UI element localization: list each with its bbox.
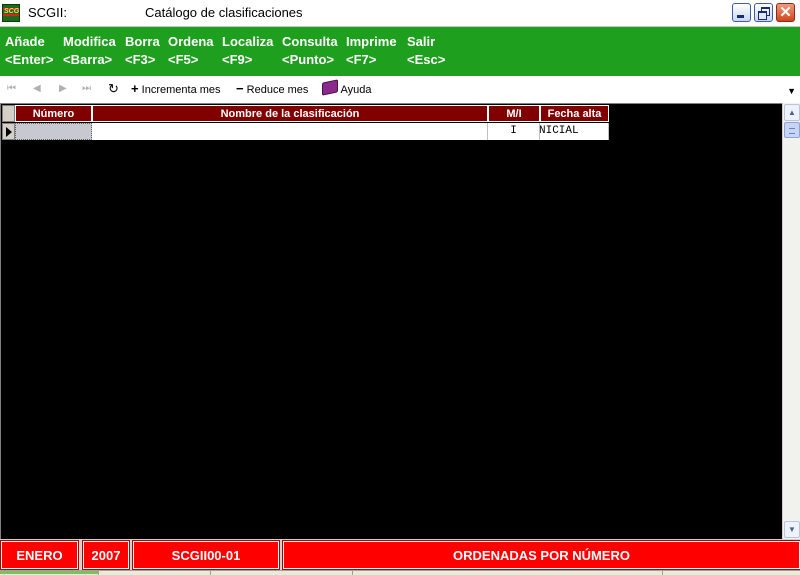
column-header-mi[interactable]: M/I xyxy=(488,105,540,122)
menu-shortcut: <Enter> xyxy=(5,52,54,67)
row-selector-header xyxy=(2,105,15,122)
menu-ordena[interactable]: Ordena <F5> xyxy=(168,33,214,69)
app-name: SCGII: xyxy=(28,5,68,20)
help-button[interactable]: Ayuda xyxy=(322,79,372,97)
scroll-thumb[interactable] xyxy=(784,122,800,138)
data-grid[interactable]: Número Nombre de la clasificación M/I Fe… xyxy=(0,103,782,539)
vertical-scrollbar[interactable]: ▲ ▼ xyxy=(782,103,800,539)
menu-shortcut: <Punto> xyxy=(282,52,335,67)
menu-label: Modifica xyxy=(63,34,116,49)
title-bar: SCG SCGII: Catálogo de clasificaciones ✕ xyxy=(0,0,800,27)
menu-label: Imprime xyxy=(346,34,397,49)
column-header-nombre[interactable]: Nombre de la clasificación xyxy=(92,105,488,122)
cell-numero[interactable] xyxy=(15,123,92,140)
reduce-month-label: Reduce mes xyxy=(246,84,309,96)
menu-label: Borra xyxy=(125,34,160,49)
toolbar: ⏮ ◀ ▶ ⏭ ↻ + Incrementa mes − Reduce mes … xyxy=(0,76,800,104)
next-record-icon[interactable]: ▶ xyxy=(59,81,67,97)
app-logo-text: SCG xyxy=(4,8,20,15)
status-month: ENERO xyxy=(0,540,79,570)
refresh-icon[interactable]: ↻ xyxy=(108,81,119,97)
status-bar: ENERO 2007 SCGII00-01 ORDENADAS POR NÚME… xyxy=(0,540,800,574)
bottom-strip xyxy=(0,570,800,575)
column-header-fecha-alta[interactable]: Fecha alta xyxy=(540,105,609,122)
toolbar-chevron-icon[interactable]: ▼ xyxy=(787,86,796,96)
status-year: 2007 xyxy=(82,540,130,570)
menu-shortcut: <F5> xyxy=(168,52,199,67)
increment-month-button[interactable]: + Incrementa mes xyxy=(131,81,221,97)
reduce-month-button[interactable]: − Reduce mes xyxy=(236,81,308,97)
current-row-indicator-icon xyxy=(2,123,15,140)
cell-nombre[interactable] xyxy=(92,123,488,140)
menu-salir[interactable]: Salir <Esc> xyxy=(407,33,445,69)
menu-label: Salir xyxy=(407,34,436,49)
help-book-icon xyxy=(322,79,338,96)
minus-icon: − xyxy=(236,81,244,96)
close-button[interactable]: ✕ xyxy=(776,3,795,22)
cell-mi[interactable]: I xyxy=(488,123,540,140)
menu-label: Consulta xyxy=(282,34,338,49)
menu-label: Localiza xyxy=(222,34,274,49)
last-record-icon[interactable]: ⏭ xyxy=(82,81,91,97)
menu-consulta[interactable]: Consulta <Punto> xyxy=(282,33,338,69)
plus-icon: + xyxy=(131,81,139,96)
menu-label: Ordena xyxy=(168,34,214,49)
menu-anade[interactable]: Añade <Enter> xyxy=(5,33,53,69)
menu-borra[interactable]: Borra <F3> xyxy=(125,33,160,69)
status-order: ORDENADAS POR NÚMERO xyxy=(282,540,800,570)
column-header-numero[interactable]: Número xyxy=(15,105,92,122)
window-title: Catálogo de clasificaciones xyxy=(145,5,303,20)
menu-shortcut: <F9> xyxy=(222,52,253,67)
menu-shortcut: <Esc> xyxy=(407,52,446,67)
scroll-down-icon[interactable]: ▼ xyxy=(784,521,800,538)
cell-fecha-alta[interactable]: NICIAL xyxy=(540,123,609,140)
increment-month-label: Incrementa mes xyxy=(141,84,221,96)
previous-record-icon[interactable]: ◀ xyxy=(33,81,41,97)
menu-label: Añade xyxy=(5,34,45,49)
menu-shortcut: <Barra> xyxy=(63,52,113,67)
status-code: SCGII00-01 xyxy=(132,540,280,570)
menu-modifica[interactable]: Modifica <Barra> xyxy=(63,33,116,69)
help-label: Ayuda xyxy=(340,84,372,96)
menu-imprime[interactable]: Imprime <F7> xyxy=(346,33,397,69)
restore-button[interactable] xyxy=(754,3,773,22)
minimize-button[interactable] xyxy=(732,3,751,22)
menu-shortcut: <F7> xyxy=(346,52,377,67)
menu-shortcut: <F3> xyxy=(125,52,156,67)
app-logo-icon[interactable]: SCG xyxy=(2,4,20,22)
menu-bar: Añade <Enter> Modifica <Barra> Borra <F3… xyxy=(0,27,800,76)
menu-localiza[interactable]: Localiza <F9> xyxy=(222,33,273,69)
first-record-icon[interactable]: ⏮ xyxy=(7,81,16,97)
scroll-up-icon[interactable]: ▲ xyxy=(784,104,800,121)
